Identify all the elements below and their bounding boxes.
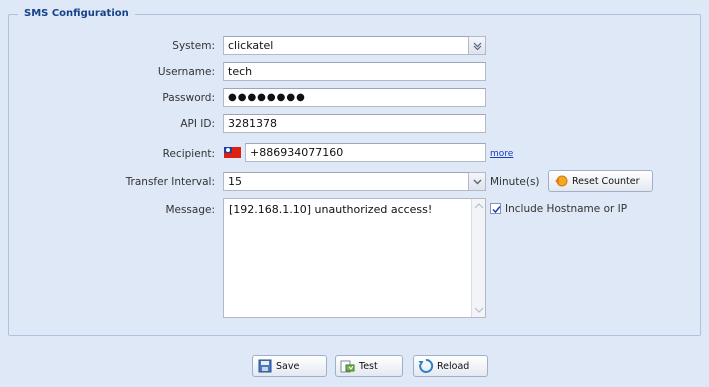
include-hostname-label: Include Hostname or IP bbox=[505, 203, 628, 215]
scroll-down-icon[interactable] bbox=[472, 305, 486, 315]
scroll-up-icon[interactable] bbox=[472, 201, 486, 211]
transfer-interval-dropdown-trigger[interactable] bbox=[469, 172, 486, 191]
password-input[interactable]: ●●●●●●●● bbox=[223, 88, 486, 107]
include-hostname-checkbox[interactable] bbox=[490, 203, 501, 214]
test-button[interactable]: Test bbox=[335, 355, 403, 377]
taiwan-flag-icon[interactable] bbox=[224, 147, 241, 158]
reload-label: Reload bbox=[437, 360, 470, 372]
username-label: Username: bbox=[157, 66, 215, 78]
message-textarea[interactable]: [192.168.1.10] unauthorized access! bbox=[223, 198, 486, 318]
sms-config-panel: SMS Configuration System: clickatel User… bbox=[0, 0, 709, 387]
message-label: Message: bbox=[165, 204, 215, 216]
save-button[interactable]: Save bbox=[252, 355, 327, 377]
transfer-interval-label: Transfer Interval: bbox=[125, 176, 215, 188]
reset-counter-button[interactable]: Reset Counter bbox=[548, 170, 653, 192]
save-label: Save bbox=[276, 360, 300, 372]
more-link[interactable]: more bbox=[490, 149, 513, 159]
check-icon bbox=[492, 206, 501, 214]
transfer-interval-select[interactable]: 15 bbox=[223, 172, 469, 191]
chevron-down-icon bbox=[473, 42, 482, 50]
test-label: Test bbox=[359, 360, 378, 372]
test-icon bbox=[340, 358, 356, 374]
recipient-input[interactable]: +886934077160 bbox=[245, 143, 486, 162]
message-scrollbar[interactable] bbox=[471, 199, 485, 317]
reload-button[interactable]: Reload bbox=[413, 355, 488, 377]
reload-icon bbox=[418, 358, 434, 374]
username-input[interactable]: tech bbox=[223, 62, 486, 81]
reset-counter-label: Reset Counter bbox=[572, 175, 640, 187]
system-dropdown-trigger[interactable] bbox=[469, 36, 486, 55]
save-icon bbox=[257, 358, 273, 374]
fieldset-legend: SMS Configuration bbox=[18, 8, 135, 19]
reset-icon bbox=[553, 173, 569, 189]
system-label: System: bbox=[172, 40, 215, 52]
chevron-down-icon bbox=[473, 179, 482, 185]
system-select[interactable]: clickatel bbox=[223, 36, 469, 55]
api-id-label: API ID: bbox=[180, 118, 215, 130]
api-id-input[interactable]: 3281378 bbox=[223, 114, 486, 133]
password-label: Password: bbox=[162, 92, 215, 104]
minutes-unit-label: Minute(s) bbox=[490, 176, 540, 188]
recipient-label: Recipient: bbox=[162, 148, 215, 160]
